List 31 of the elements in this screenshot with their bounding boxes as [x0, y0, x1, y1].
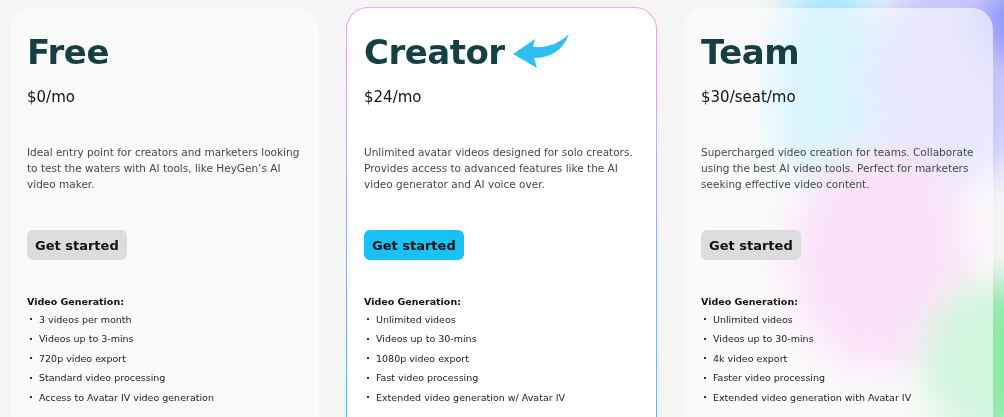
plan-price: $24/mo — [364, 88, 423, 106]
feature-text: Unlimited videos — [376, 313, 456, 325]
section-heading: Video Generation: — [701, 296, 799, 307]
feature-text: 1080p video export — [376, 352, 469, 364]
feature-text: Videos up to 3-mins — [39, 333, 134, 345]
feature-text: Videos up to 30-mins — [376, 333, 477, 345]
arrow-icon — [512, 34, 571, 70]
plan-description: Ideal entry point for creators and marketers looking to test the waters with AI tools, like HeyGen’s AI video maker. — [27, 145, 301, 192]
feature-text: 4k video export — [713, 352, 788, 364]
feature-text: 720p video export — [39, 352, 126, 364]
feature-text: Access to Avatar IV video generation — [39, 391, 214, 403]
feature-text: 3 videos per month — [39, 313, 132, 325]
plan-price: $30/seat/mo — [701, 88, 797, 106]
get-started-button[interactable]: Get started — [701, 230, 801, 260]
feature-text: Unlimited videos — [713, 313, 793, 325]
get-started-button[interactable]: Get started — [27, 230, 127, 260]
feature-text: Videos up to 30-mins — [713, 333, 814, 345]
feature-text: Extended video generation with Avatar IV — [713, 391, 912, 403]
feature-text: Extended video generation w/ Avatar IV — [376, 391, 565, 403]
feature-text: Fast video processing — [376, 372, 479, 384]
plan-name: Team — [701, 32, 800, 72]
plan-description: Supercharged video creation for teams. Collaborate using the best AI video tools. Perfect for marketers seeking effective video content. — [701, 145, 975, 192]
plan-name: Creator — [364, 32, 505, 72]
feature-text: Standard video processing — [39, 372, 166, 384]
plan-description: Unlimited avatar videos designed for solo creators. Provides access to advanced features like the AI video generator and AI voice over. — [364, 145, 634, 192]
get-started-button[interactable]: Get started — [364, 230, 464, 260]
section-heading: Video Generation: — [27, 296, 125, 307]
section-heading: Video Generation: — [364, 296, 462, 307]
feature-text: Faster video processing — [713, 372, 826, 384]
plan-name: Free — [27, 32, 109, 72]
plan-price: $0/mo — [27, 88, 76, 106]
